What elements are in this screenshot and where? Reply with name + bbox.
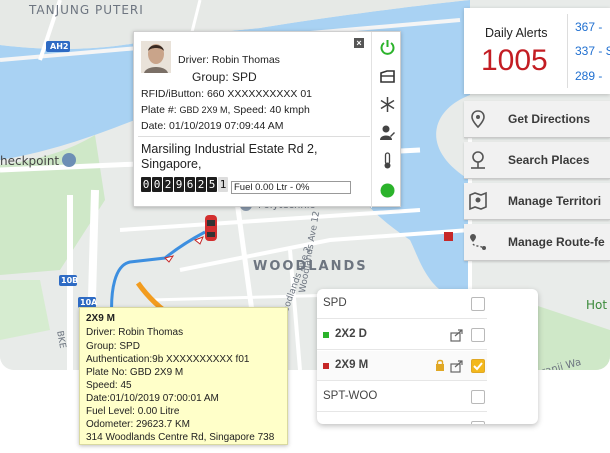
driver-assign-icon[interactable] [379,124,396,141]
odo-digit: 2 [196,177,206,192]
alerts-title: Daily Alerts [485,26,548,40]
tooltip-auth: Authentication:9b XXXXXXXXXX f01 [86,354,250,365]
popup-address-line1: Marsiling Industrial Estate Rd 2, [141,142,318,156]
vehicle-name: SPD [323,297,347,309]
vehicle-row[interactable]: 2X2 D [317,320,487,350]
popup-address-line2: Singapore, [141,157,202,171]
popup-date: Date: 01/10/2019 07:09:44 AM [141,120,284,132]
vehicle-checkbox[interactable] [471,421,485,424]
vehicle-checkbox[interactable] [471,297,485,311]
popup-plate-line: Plate #: GBD 2X9 M, Speed: 40 kmph [141,104,310,116]
vehicle-name: SPT-WOO [323,390,378,402]
daily-alerts-panel: Daily Alerts 1005 367 - 337 - S 289 - [464,8,610,94]
tooltip-fuel: Fuel Level: 0.00 Litre [86,406,180,417]
map-label-tanjung: TANJUNG PUTERI [29,3,144,17]
tooltip-driver: Driver: Robin Thomas [86,327,184,338]
directions-pin-icon [471,110,485,129]
vehicle-name: 2X2 D [335,328,367,340]
thermometer-icon[interactable] [379,152,396,169]
screen: TANJUNG PUTERI heckpoint WOODLANDS Polyt… [0,0,610,453]
vehicle-group-row[interactable]: SPT-WOO [317,382,487,412]
alerts-divider [567,14,568,88]
vehicle-status-dot [323,332,329,338]
territory-map-icon [469,191,487,211]
vehicle-checkbox[interactable] [471,390,485,404]
vehicle-status-dot [323,363,329,369]
status-dot-icon [380,183,395,198]
share-icon[interactable] [450,328,464,342]
driver-avatar [141,41,171,73]
odo-digit: 1 [218,177,228,192]
map-badge-10a: 10A [80,298,98,307]
alerts-count[interactable]: 1005 [481,44,548,78]
popup-driver: Driver: Robin Thomas [178,54,280,66]
manage-territories-button[interactable]: Manage Territori [464,183,610,220]
close-icon[interactable]: × [354,38,364,48]
odo-digit: 6 [185,177,195,192]
vehicle-name: 2X9 M [335,359,369,371]
search-places-button[interactable]: Search Places [464,142,610,179]
alerts-link[interactable]: 337 - S [575,44,610,58]
odo-digit: 0 [141,177,151,192]
vehicle-info-popup: Driver: Robin Thomas Group: SPD RFID/iBu… [133,31,402,208]
popup-plate-prefix: Plate #: [141,104,177,116]
check-icon [473,362,483,371]
popup-rfid: RFID/iButton: 660 XXXXXXXXXX 01 [141,88,313,100]
share-icon[interactable] [450,359,464,373]
menu-label: Get Directions [508,112,591,126]
tooltip-odometer: Odometer: 29623.7 KM [86,419,190,430]
tooltip-group: Group: SPD [86,341,140,352]
tooltip-plate: Plate No: GBD 2X9 M [86,367,184,378]
popup-action-icons [371,32,402,208]
popup-speed: , Speed: 40 kmph [227,104,310,116]
alerts-link[interactable]: 367 - [575,20,602,34]
get-directions-button[interactable]: Get Directions [464,101,610,138]
vehicle-row-partial[interactable] [317,413,487,424]
map-label-checkpoint: heckpoint [0,154,60,168]
menu-label: Manage Route-fe [508,235,605,249]
fuel-gauge: Fuel 0.00 Ltr - 0% [231,181,351,194]
power-icon[interactable] [379,39,396,56]
manage-route-fence-button[interactable]: Manage Route-fe [464,224,610,261]
tooltip-date: Date:01/10/2019 07:00:01 AM [86,393,219,404]
lock-icon[interactable] [435,359,445,372]
vehicle-row-selected[interactable]: 2X9 M [317,351,487,381]
popup-divider [138,136,370,137]
vehicle-checkbox[interactable] [471,328,485,342]
alerts-link[interactable]: 289 - [575,69,602,83]
odometer-display: 0 0 2 9 6 2 5 1 [141,177,229,192]
route-pin-icon [470,234,486,250]
odo-digit: 5 [207,177,217,192]
tooltip-speed: Speed: 45 [86,380,132,391]
vehicle-car-icon[interactable] [203,214,219,242]
map-label-hotel: Hot [586,298,608,312]
odo-digit: 0 [152,177,162,192]
popup-plate-value: GBD 2X9 M [179,105,228,115]
tooltip-address: 314 Woodlands Centre Rd, Singapore 738 [86,432,275,443]
snowflake-icon[interactable] [379,96,396,113]
map-badge-10b: 10B [61,276,79,285]
odo-digit: 2 [163,177,173,192]
map-badge-ah2: AH2 [50,42,69,51]
vehicle-checkbox-checked[interactable] [471,359,485,373]
vehicle-tooltip: 2X9 M Driver: Robin Thomas Group: SPD Au… [79,307,288,445]
vehicle-list-panel: SPD 2X2 D 2X9 M SPT-WOO [317,289,538,424]
tooltip-title: 2X9 M [86,313,115,324]
search-place-icon [471,151,485,169]
odo-digit: 9 [174,177,184,192]
menu-label: Search Places [508,153,590,167]
vehicle-group-row[interactable]: SPD [317,289,487,319]
popup-group: Group: SPD [192,70,257,84]
menu-label: Manage Territori [508,194,602,208]
door-icon[interactable] [379,68,396,85]
